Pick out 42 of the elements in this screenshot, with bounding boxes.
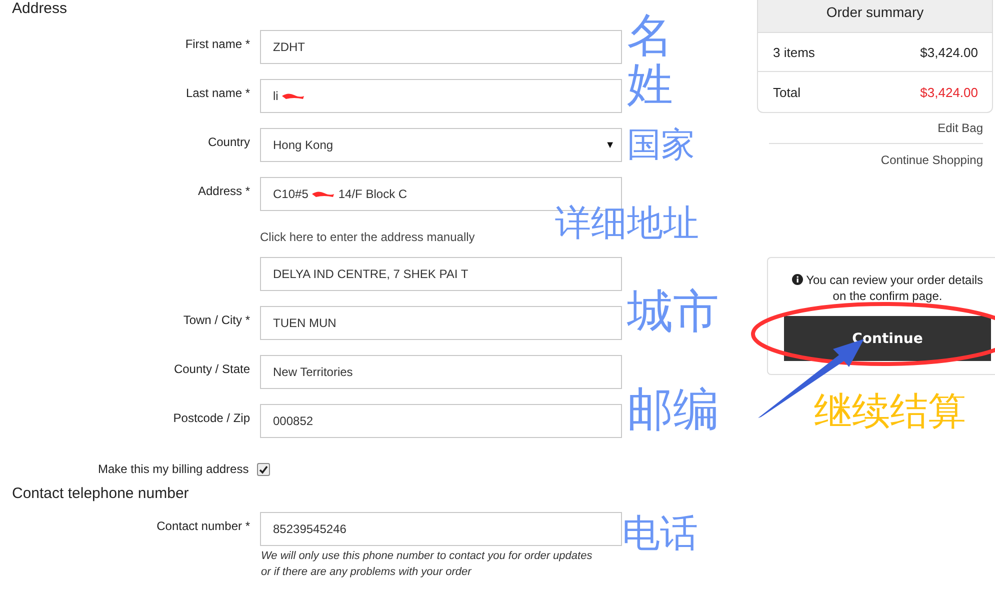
annotation-text: 继续结算 [814,388,966,435]
billing-checkbox[interactable] [256,462,270,476]
info-text: You can review your order details on the confirm page. [806,273,984,303]
annotation-text: 城市 [627,288,719,334]
annotation-text: 邮编 [627,386,719,432]
field-label: Last name * [186,86,250,100]
info-icon [792,274,803,285]
continue-button[interactable]: Continue [784,316,991,361]
field-label: First name * [185,37,250,51]
help-text: We will only use this phone number to contact you for order updates or if there are any problems with your order [260,549,594,580]
input-field[interactable]: ZDHT [260,30,622,64]
summary-title: Order summary [758,0,992,32]
checkbox-label: Make this my billing address [98,462,249,476]
annotation-text: 名 [627,12,673,58]
caret-icon: ▼ [605,140,615,150]
input-field[interactable]: TUEN MUN [260,306,622,340]
price-text: $3,424.00 [920,84,978,100]
annotation-text: 姓 [627,61,673,107]
field-label: County / State [174,362,250,376]
manual-address-link[interactable]: Click here to enter the address manually [260,230,475,244]
input-field[interactable]: 85239545246 [260,512,622,546]
summary-label: Total [773,84,800,100]
input-field[interactable]: 000852 [260,404,622,438]
section-heading: Contact telephone number [12,485,190,502]
price-text: $3,424.00 [920,44,978,60]
annotation-text: 电话 [622,514,698,552]
nav-link[interactable]: Continue Shopping [880,153,983,167]
field-label: Town / City * [183,313,250,327]
input-field[interactable]: New Territories [260,355,622,389]
field-label: Address * [198,184,250,198]
country-dropdown[interactable]: Hong Kong ▼ [260,128,622,162]
field-label: Postcode / Zip [173,411,250,425]
annotation-text: 国家 [627,128,695,162]
input-field[interactable]: li [260,79,622,113]
field-label: Country [208,135,250,149]
section-heading: Address [12,0,68,19]
redaction-scribble [280,91,306,101]
redaction-scribble [310,189,336,199]
nav-link[interactable]: Edit Bag [938,121,983,135]
input-field[interactable]: DELYA IND CENTRE, 7 SHEK PAI T [260,257,622,291]
summary-label: 3 items [773,44,815,60]
field-label: Contact number * [156,519,250,533]
